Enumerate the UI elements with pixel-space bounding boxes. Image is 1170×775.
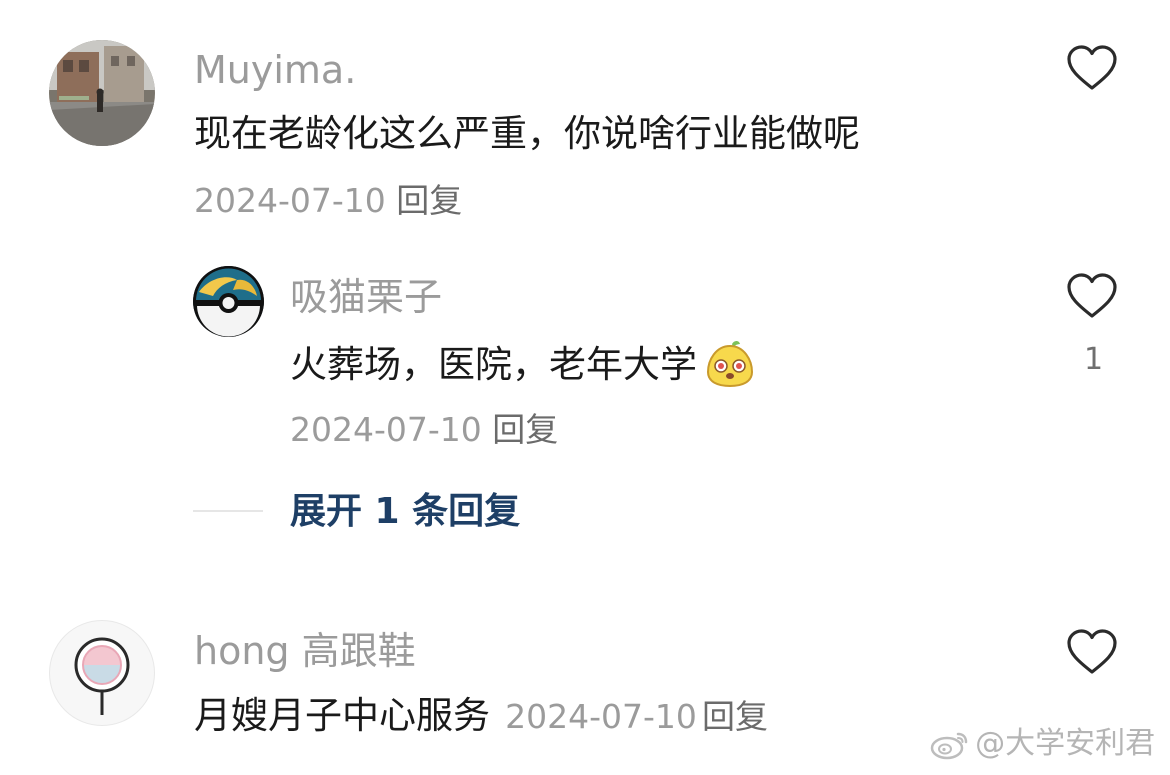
watermark-text: @大学安利君: [975, 726, 1156, 761]
like-button[interactable]: [1066, 44, 1118, 92]
street-photo-avatar-image: [49, 40, 155, 146]
reply-button[interactable]: 回复: [396, 181, 462, 220]
comment-username[interactable]: hong 高跟鞋: [194, 632, 416, 670]
avatar[interactable]: [193, 266, 264, 337]
avatar[interactable]: [49, 40, 155, 146]
heart-outline-icon: [1067, 273, 1117, 318]
avatar[interactable]: [49, 620, 155, 726]
heart-outline-icon: [1067, 45, 1117, 90]
comment-meta: 2024-07-10 回复: [194, 184, 462, 217]
reply-button[interactable]: 回复: [492, 410, 558, 449]
reply-button[interactable]: 回复: [702, 697, 768, 736]
like-button[interactable]: [1066, 272, 1118, 320]
like-button[interactable]: [1066, 628, 1118, 676]
comment-date: 2024-07-10: [505, 697, 697, 736]
heart-outline-icon: [1067, 629, 1117, 674]
comment-username[interactable]: Muyima.: [194, 51, 356, 89]
expand-divider: [193, 510, 263, 512]
like-count: 1: [1084, 342, 1104, 377]
reply-meta: 2024-07-10 回复: [290, 413, 558, 446]
mirror-avatar-image: [74, 637, 130, 715]
comment-content-row: 月嫂月子中心服务 2024-07-10 回复: [194, 697, 768, 734]
expand-replies-link[interactable]: 展开 1 条回复: [290, 494, 520, 530]
comment-text: 月嫂月子中心服务: [194, 694, 490, 737]
weibo-logo-icon: [930, 728, 970, 760]
watermark: @大学安利君: [930, 728, 1155, 764]
reply-text: 火葬场，医院，老年大学: [290, 342, 697, 386]
sticker-emoji-icon: [704, 338, 756, 390]
comment-date: 2024-07-10: [194, 181, 386, 220]
comment-text: 现在老龄化这么严重，你说啥行业能做呢: [194, 112, 860, 155]
reply-content-row: 火葬场，医院，老年大学: [290, 338, 756, 388]
ball-avatar-image: [193, 266, 264, 337]
reply-username[interactable]: 吸猫栗子: [290, 278, 442, 316]
reply-date: 2024-07-10: [290, 410, 482, 449]
